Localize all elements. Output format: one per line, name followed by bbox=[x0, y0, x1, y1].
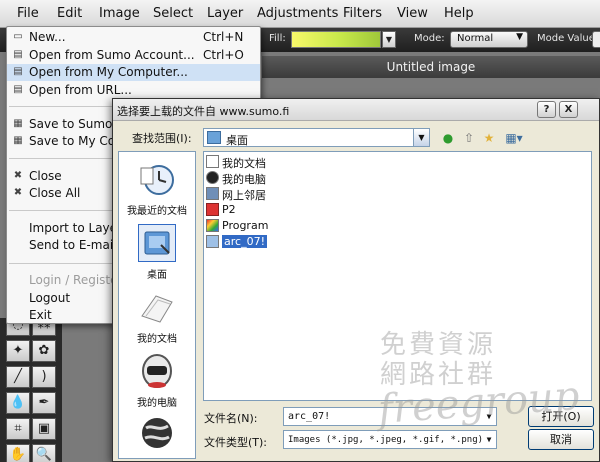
menu-adjustments[interactable]: Adjustments bbox=[257, 6, 338, 21]
save-icon: ▦ bbox=[13, 118, 23, 129]
menu-edit[interactable]: Edit bbox=[57, 6, 82, 21]
view-menu-icon[interactable]: ▦▾ bbox=[503, 130, 525, 146]
line-tool-icon[interactable]: ╱ bbox=[6, 366, 30, 388]
hand-tool-icon[interactable]: ✋ bbox=[6, 444, 30, 462]
my-documents-icon bbox=[138, 288, 176, 326]
file-menu-open-url[interactable]: ▤ Open from URL... bbox=[7, 82, 260, 99]
rectangle-tool-icon[interactable]: ▣ bbox=[32, 418, 56, 440]
save-computer-icon: ▦ bbox=[13, 135, 23, 146]
menu-view[interactable]: View bbox=[397, 6, 428, 21]
fill-dropdown-button[interactable]: ▼ bbox=[382, 31, 396, 48]
filetype-select[interactable]: Images (*.jpg, *.jpeg, *.gif, *.png) ▼ bbox=[283, 430, 497, 449]
menu-image[interactable]: Image bbox=[99, 6, 140, 21]
curve-tool-icon[interactable]: ) bbox=[32, 366, 56, 388]
back-icon[interactable]: ● bbox=[440, 130, 456, 146]
filename-label: 文件名(N): bbox=[204, 412, 258, 425]
drop-tool-icon[interactable]: 💧 bbox=[6, 392, 30, 414]
filename-value: arc_07! bbox=[288, 411, 331, 422]
chevron-down-icon: ▼ bbox=[482, 431, 496, 448]
places-bar: 我最近的文档 桌面 我的文档 我的电脑 bbox=[118, 151, 196, 459]
look-in-select[interactable]: 桌面 ▼ bbox=[203, 128, 430, 147]
menu-help[interactable]: Help bbox=[444, 6, 474, 21]
p2-icon bbox=[206, 203, 219, 216]
folder-icon bbox=[206, 235, 219, 248]
close-all-icon: ✖ bbox=[13, 187, 23, 198]
mode-value-label: Mode Value: bbox=[537, 33, 599, 44]
desktop-icon bbox=[207, 131, 221, 144]
place-my-computer[interactable]: 我的电脑 bbox=[119, 352, 195, 409]
place-network[interactable] bbox=[119, 414, 195, 456]
new-folder-icon[interactable]: ★ bbox=[481, 130, 497, 146]
zoom-tool-icon[interactable]: 🔍 bbox=[32, 444, 56, 462]
flower-brush-tool-icon[interactable]: ✿ bbox=[32, 340, 56, 362]
place-recent[interactable]: 我最近的文档 bbox=[119, 160, 195, 217]
network-globe-icon bbox=[138, 414, 176, 452]
file-menu-open-sumo[interactable]: ▤ Open from Sumo Account... Ctrl+O bbox=[7, 47, 260, 64]
recent-documents-icon bbox=[138, 160, 176, 198]
crop-tool-icon[interactable]: ⌗ bbox=[6, 418, 30, 440]
dialog-help-button[interactable]: ? bbox=[537, 101, 556, 118]
app-menubar: File Edit Image Select Layer Adjustments… bbox=[0, 0, 600, 28]
fill-label: Fill: bbox=[269, 33, 286, 44]
look-in-value: 桌面 bbox=[226, 134, 248, 147]
menu-select[interactable]: Select bbox=[153, 6, 193, 21]
place-desktop[interactable]: 桌面 bbox=[119, 224, 195, 281]
file-menu-new[interactable]: ▭ New... Ctrl+N bbox=[7, 29, 260, 46]
filetype-value: Images (*.jpg, *.jpeg, *.gif, *.png) bbox=[288, 435, 484, 445]
mode-select[interactable]: Normal ▼ bbox=[450, 31, 528, 48]
menu-file[interactable]: File bbox=[17, 6, 39, 21]
folder-icon: ▤ bbox=[13, 49, 23, 60]
shape-tool-icon[interactable]: ✦ bbox=[6, 340, 30, 362]
close-icon: ✖ bbox=[13, 170, 23, 181]
documents-folder-icon bbox=[206, 155, 219, 168]
network-icon bbox=[206, 187, 219, 200]
program-icon bbox=[206, 219, 219, 232]
menu-layer[interactable]: Layer bbox=[207, 6, 243, 21]
chevron-down-icon: ▼ bbox=[413, 129, 429, 146]
desktop-icon bbox=[138, 224, 176, 262]
dialog-title: 选择要上载的文件自 www.sumo.fi bbox=[117, 105, 290, 118]
pen-tool-icon[interactable]: ✒ bbox=[32, 392, 56, 414]
fill-gradient-swatch[interactable] bbox=[291, 31, 381, 48]
chevron-down-icon: ▼ bbox=[516, 32, 523, 42]
document-title-bar: Untitled image bbox=[262, 56, 600, 78]
blank-page-icon: ▭ bbox=[13, 31, 23, 42]
mode-value-input[interactable] bbox=[592, 31, 600, 48]
dialog-title-bar: 选择要上载的文件自 www.sumo.fi ? X bbox=[113, 99, 599, 121]
mode-label: Mode: bbox=[414, 33, 445, 44]
url-icon: ▤ bbox=[13, 84, 23, 95]
my-computer-icon bbox=[138, 352, 176, 390]
look-in-label: 查找范围(I): bbox=[132, 132, 192, 145]
menu-filters[interactable]: Filters bbox=[343, 6, 382, 21]
cancel-button[interactable]: 取消 bbox=[528, 429, 594, 450]
computer-icon bbox=[206, 171, 219, 184]
folder-open-icon: ▤ bbox=[13, 66, 23, 77]
mode-select-value: Normal bbox=[457, 33, 494, 44]
filetype-label: 文件类型(T): bbox=[204, 436, 268, 449]
dialog-close-button[interactable]: X bbox=[559, 101, 578, 118]
file-menu-open-computer[interactable]: ▤ Open from My Computer... bbox=[7, 64, 260, 81]
up-folder-icon[interactable]: ⇧ bbox=[461, 130, 477, 146]
place-my-documents[interactable]: 我的文档 bbox=[119, 288, 195, 345]
